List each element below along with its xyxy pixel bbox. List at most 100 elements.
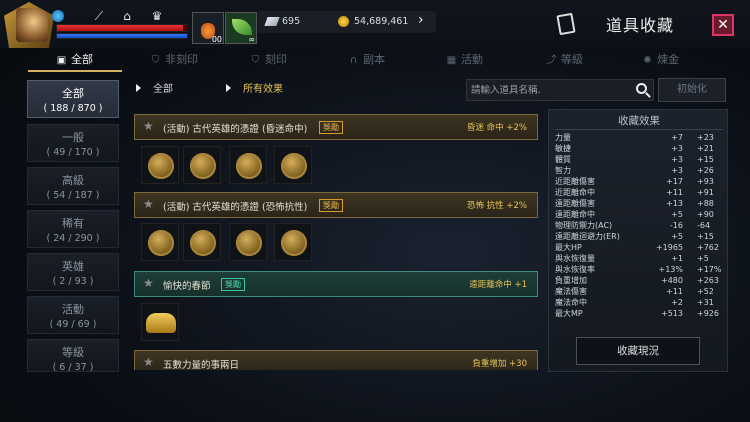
category-count: ( 49 / 69 ) <box>49 319 97 330</box>
category-hero[interactable]: 英雄 ( 2 / 93 ) <box>27 253 119 291</box>
stat-name: 與水恢復率 <box>555 265 595 274</box>
gold-amount: 54,689,461 <box>354 16 409 27</box>
diamond-icon <box>264 17 280 26</box>
item-slot[interactable] <box>183 223 221 261</box>
leaf-slot[interactable]: ∞ <box>225 12 257 44</box>
stat-current: +13% <box>658 265 683 274</box>
stat-current: +2 <box>671 298 683 307</box>
stat-max: +17% <box>697 265 722 274</box>
collection-effect: 恐怖 抗性 +2% <box>466 201 527 211</box>
collection-name: (活動) 古代英雄的憑證 (恐怖抗性) <box>163 202 308 213</box>
favorite-star-icon[interactable]: ★ <box>143 276 154 290</box>
stat-row: 體質 +3 +15 <box>555 154 725 165</box>
category-rare[interactable]: 稀有 ( 24 / 290 ) <box>27 210 119 248</box>
category-count: ( 49 / 170 ) <box>46 147 100 158</box>
collection-header[interactable]: ★ (活動) 古代英雄的憑證 (恐怖抗性) 獎勵 恐怖 抗性 +2% <box>134 192 538 218</box>
item-slot[interactable] <box>141 146 179 184</box>
tab-label: 活動 <box>461 53 483 66</box>
collection-header[interactable]: ★ 五數力量的事兩日 負重增加 +30 <box>134 350 538 370</box>
stat-row: 魔法命中 +2 +31 <box>555 297 725 308</box>
stat-row: 魔法傷害 +11 +52 <box>555 286 725 297</box>
collection-header[interactable]: ★ (活動) 古代英雄的憑證 (昏迷命中) 獎勵 昏迷 命中 +2% <box>134 114 538 140</box>
play-arrow-icon <box>136 84 141 92</box>
tab-non-engraved[interactable]: ⛉ 非刻印 <box>150 48 198 72</box>
close-button[interactable]: ✕ <box>712 14 734 36</box>
hp-bar <box>56 24 188 32</box>
reward-badge: 獎勵 <box>221 278 245 291</box>
tab-level[interactable]: ⤴ 等級 <box>546 48 584 72</box>
tab-label: 刻印 <box>265 53 287 66</box>
page-title: 道具收藏 <box>606 16 675 35</box>
tab-label: 副本 <box>363 53 385 66</box>
stat-name: 魔法傷害 <box>555 287 587 296</box>
item-slot[interactable] <box>274 223 312 261</box>
stat-row: 物理防禦力(AC) -16 -64 <box>555 220 725 231</box>
item-slot[interactable] <box>229 223 267 261</box>
collection-effect: 遠距離命中 +1 <box>469 280 527 290</box>
sword-icon[interactable]: ⟋ <box>92 9 106 23</box>
item-slot[interactable] <box>229 146 267 184</box>
tab-dungeon[interactable]: ∩ 副本 <box>348 48 385 72</box>
category-name: 英雄 <box>62 260 84 273</box>
stat-max: -64 <box>697 221 711 230</box>
stat-row: 遠距離迴避力(ER) +5 +15 <box>555 231 725 242</box>
item-slot[interactable] <box>141 223 179 261</box>
reset-button[interactable]: 初始化 <box>658 78 726 102</box>
potion-slot[interactable]: 00 <box>192 12 224 44</box>
search-icon[interactable] <box>636 83 647 94</box>
tab-label: 全部 <box>71 53 93 66</box>
effects-title: 收藏效果 <box>618 115 660 127</box>
leaf-icon <box>232 19 252 35</box>
favorite-star-icon[interactable]: ★ <box>143 119 154 133</box>
collection-list[interactable]: ★ (活動) 古代英雄的憑證 (昏迷命中) 獎勵 昏迷 命中 +2% ★ (活動… <box>131 110 541 370</box>
item-slot[interactable] <box>141 303 179 341</box>
collection-name: (活動) 古代英雄的憑證 (昏迷命中) <box>163 124 308 135</box>
coin-item-icon <box>236 230 262 256</box>
character-avatar[interactable] <box>4 2 54 48</box>
category-name: 活動 <box>62 303 84 316</box>
tab-engraved[interactable]: ⛉ 刻印 <box>250 48 287 72</box>
effect-filter[interactable]: 所有效果 <box>226 80 283 95</box>
gold-ingot-icon <box>146 313 176 333</box>
category-event[interactable]: 活動 ( 49 / 69 ) <box>27 296 119 334</box>
item-slot[interactable] <box>183 146 221 184</box>
active-tab-indicator <box>28 70 122 72</box>
shield-icon: ⛉ <box>151 55 160 66</box>
category-count: ( 24 / 290 ) <box>46 233 100 244</box>
buff-icon[interactable] <box>52 10 64 22</box>
type-filter[interactable]: 全部 <box>136 80 173 95</box>
home-icon[interactable]: ⌂ <box>120 9 134 23</box>
collection-book-icon <box>556 12 576 36</box>
top-bar: ⟋ ⌂ ♛ ✹ 00 ∞ 695 54,689,461 › 道具收藏 ✕ <box>0 0 750 48</box>
gift-icon: ▦ <box>446 55 457 66</box>
diamond-amount: 695 <box>282 16 301 27</box>
category-count: ( 54 / 187 ) <box>46 190 100 201</box>
tab-bar: ▣ 全部 ⛉ 非刻印 ⛉ 刻印 ∩ 副本 ▦ 活動 ⤴ 等級 ✺ 煉金 <box>0 48 750 72</box>
collection-effects-panel: 收藏效果 力量 +7 +23 敏捷 +3 +21 體質 +3 +15 智力 +3 +26 近距離傷害 +1… <box>548 109 728 372</box>
category-all[interactable]: 全部 ( 188 / 870 ) <box>27 80 119 118</box>
tab-alchemy[interactable]: ✺ 煉金 <box>642 48 679 72</box>
category-advanced[interactable]: 高級 ( 54 / 187 ) <box>27 167 119 205</box>
tab-event[interactable]: ▦ 活動 <box>446 48 483 72</box>
tab-all[interactable]: ▣ 全部 <box>56 48 93 72</box>
stat-current: +5 <box>671 210 683 219</box>
reward-badge: 獎勵 <box>319 199 343 212</box>
leaf-count: ∞ <box>248 35 255 44</box>
currency-arrow-icon[interactable]: › <box>418 12 424 28</box>
stat-row: 智力 +3 +26 <box>555 165 725 176</box>
item-slot[interactable] <box>274 146 312 184</box>
category-name: 一般 <box>62 131 84 144</box>
stat-max: +93 <box>697 177 714 186</box>
play-arrow-icon <box>226 84 231 92</box>
category-level[interactable]: 等級 ( 6 / 37 ) <box>27 339 119 372</box>
category-normal[interactable]: 一般 ( 49 / 170 ) <box>27 124 119 162</box>
collection-status-button[interactable]: 收藏現況 <box>576 337 700 365</box>
favorite-star-icon[interactable]: ★ <box>143 197 154 211</box>
favorite-star-icon[interactable]: ★ <box>143 355 154 369</box>
stat-max: +5 <box>697 254 709 263</box>
collection-header[interactable]: ★ 愉快的春節 獎勵 遠距離命中 +1 <box>134 271 538 297</box>
trophy-icon[interactable]: ♛ <box>150 9 164 23</box>
stat-name: 遠距離迴避力(ER) <box>555 232 620 241</box>
search-input[interactable] <box>471 82 631 98</box>
stat-row: 敏捷 +3 +21 <box>555 143 725 154</box>
